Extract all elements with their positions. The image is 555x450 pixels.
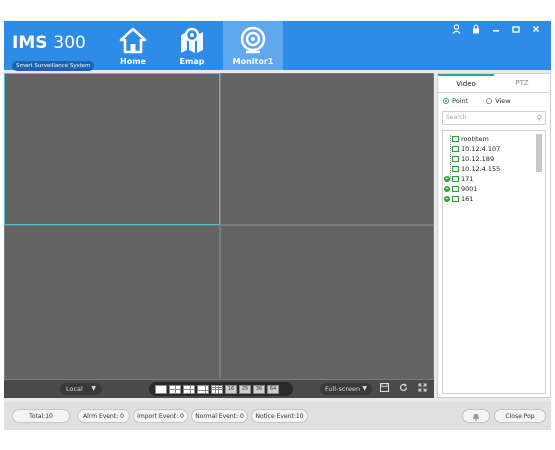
- tree-node[interactable]: rootItem: [452, 134, 489, 144]
- device-icon: [452, 196, 459, 202]
- app-title-number: 300: [53, 33, 86, 53]
- search-icon[interactable]: ⚲: [537, 112, 542, 124]
- layout-selector: 16 25 36 64: [149, 382, 293, 396]
- layout-16-icon[interactable]: 16: [225, 384, 237, 394]
- layout-25-icon[interactable]: 25: [239, 384, 251, 394]
- close-icon[interactable]: [527, 24, 545, 38]
- app-subtitle: Smart Surveillance System: [12, 61, 95, 71]
- top-header: IMS 300 Smart Surveillance System Home E…: [4, 21, 551, 71]
- radio-view-label: View: [495, 97, 511, 105]
- radio-point[interactable]: Point: [443, 97, 468, 105]
- device-icon: [452, 156, 459, 162]
- minimize-icon[interactable]: [487, 24, 505, 38]
- event-footer: Total:10 Alrm Event: 0 Import Event: 0 N…: [4, 402, 551, 430]
- local-dropdown-label: Local: [66, 385, 83, 393]
- video-toolbar: Local ▼ 16 25 36 64 Full-screen ▼: [4, 380, 434, 398]
- radio-view[interactable]: View: [486, 97, 511, 105]
- video-grid: [4, 73, 434, 380]
- device-icon: [452, 136, 459, 142]
- radio-point-dot: [443, 98, 449, 104]
- nav-emap[interactable]: Emap: [170, 21, 214, 70]
- tree-scrollbar[interactable]: [536, 134, 542, 172]
- panel-tabs: Video PTZ: [438, 74, 550, 93]
- tree-node[interactable]: 10.12.4.107: [452, 144, 500, 154]
- view-mode-radios: Point View: [438, 93, 550, 109]
- layout-1-icon[interactable]: [155, 384, 167, 394]
- video-window-4[interactable]: [220, 225, 434, 380]
- chevron-down-icon: ▼: [362, 385, 367, 392]
- device-icon: [452, 166, 459, 172]
- import-event-count[interactable]: Import Event: 0: [133, 409, 188, 423]
- nav-monitor-label: Monitor1: [232, 57, 274, 66]
- search-input[interactable]: Search ⚲: [442, 111, 546, 125]
- tree-node[interactable]: 10.12.4.155: [452, 164, 500, 174]
- tree-node-label: rootItem: [461, 135, 489, 143]
- alarm-event-count[interactable]: Alrm Event: 0: [77, 409, 130, 423]
- layout-9-icon[interactable]: [211, 384, 223, 394]
- tree-node[interactable]: +171: [444, 174, 473, 184]
- video-window-3[interactable]: [4, 225, 220, 380]
- lock-icon[interactable]: [467, 24, 485, 38]
- layout-4-icon[interactable]: [169, 384, 181, 394]
- bell-icon: [472, 413, 480, 421]
- total-count[interactable]: Total:10: [12, 409, 70, 423]
- home-icon: [119, 27, 147, 54]
- close-pop-button[interactable]: Close Pop: [494, 409, 546, 423]
- tab-ptz[interactable]: PTZ: [494, 74, 550, 92]
- video-window-1[interactable]: [4, 73, 220, 225]
- notice-event-count[interactable]: Notice Event:10: [251, 409, 308, 423]
- device-panel: Video PTZ Point View Search ⚲ rootItem 1…: [437, 73, 551, 398]
- normal-event-count[interactable]: Normal Event: 0: [191, 409, 248, 423]
- video-window-2[interactable]: [220, 73, 434, 225]
- nav-home-label: Home: [120, 57, 146, 66]
- layout-64-icon[interactable]: 64: [267, 384, 279, 394]
- radio-view-dot: [486, 98, 493, 104]
- nav-monitor[interactable]: Monitor1: [223, 21, 283, 70]
- alert-toggle-button[interactable]: [462, 409, 490, 423]
- expand-plus-icon[interactable]: +: [444, 196, 450, 202]
- tree-node[interactable]: +9001: [444, 184, 478, 194]
- app-window: IMS 300 Smart Surveillance System Home E…: [4, 21, 551, 430]
- device-icon: [452, 176, 459, 182]
- map-pin-icon: [181, 27, 203, 53]
- expand-plus-icon[interactable]: +: [444, 186, 450, 192]
- app-title-name: IMS: [12, 33, 48, 53]
- maximize-icon[interactable]: [507, 24, 525, 38]
- tree-node-label: 171: [461, 175, 474, 183]
- device-tree: rootItem 10.12.4.107 10.12.189 10.12.4.1…: [442, 130, 546, 394]
- device-icon: [452, 186, 459, 192]
- nav-emap-label: Emap: [179, 57, 205, 66]
- app-title: IMS 300: [12, 34, 96, 52]
- layout-6-icon[interactable]: [183, 384, 195, 394]
- app-logo: IMS 300 Smart Surveillance System: [12, 34, 96, 71]
- chevron-down-icon: ▼: [91, 385, 96, 392]
- tree-node-label: 9001: [461, 185, 478, 193]
- expand-icon[interactable]: [416, 383, 428, 395]
- refresh-icon[interactable]: [397, 383, 409, 395]
- save-icon[interactable]: [378, 383, 390, 395]
- search-placeholder: Search: [446, 114, 467, 121]
- window-controls: [447, 24, 545, 38]
- expand-plus-icon[interactable]: +: [444, 176, 450, 182]
- tree-node-label: 10.12.189: [461, 155, 495, 163]
- tree-node-label: 10.12.4.155: [461, 165, 501, 173]
- tree-node-label: 10.12.4.107: [461, 145, 501, 153]
- tree-node[interactable]: +161: [444, 194, 473, 204]
- device-icon: [452, 146, 459, 152]
- user-icon[interactable]: [447, 24, 465, 38]
- tree-node-label: 161: [461, 195, 474, 203]
- layout-8-icon[interactable]: [197, 384, 209, 394]
- fullscreen-dropdown[interactable]: Full-screen ▼: [320, 383, 372, 395]
- camera-icon: [240, 26, 266, 54]
- tab-video[interactable]: Video: [438, 74, 494, 92]
- layout-36-icon[interactable]: 36: [253, 384, 265, 394]
- tree-node[interactable]: 10.12.189: [452, 154, 494, 164]
- radio-point-label: Point: [452, 97, 469, 105]
- local-dropdown[interactable]: Local ▼: [60, 383, 102, 395]
- nav-home[interactable]: Home: [111, 21, 155, 70]
- fullscreen-dropdown-label: Full-screen: [325, 385, 361, 393]
